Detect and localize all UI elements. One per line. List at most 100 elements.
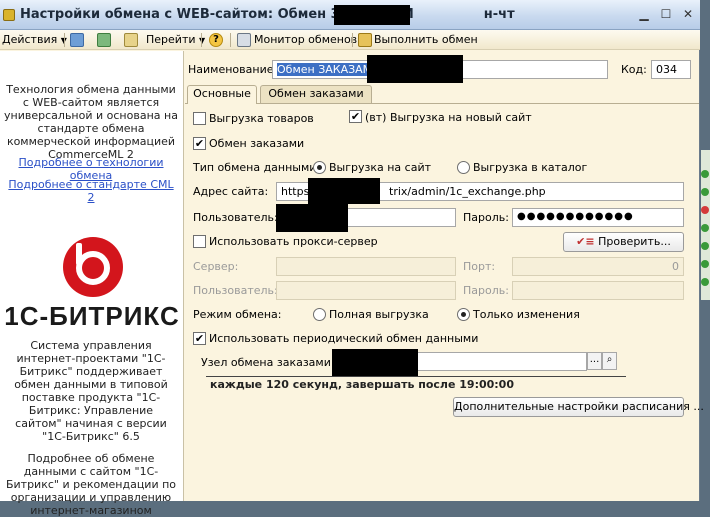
new-icon[interactable] — [70, 33, 84, 47]
search-icon[interactable]: ⌕ — [602, 352, 617, 370]
periodic-checkbox[interactable]: ✔ — [193, 332, 206, 345]
status-icon — [701, 278, 709, 286]
toolbar-separator — [230, 33, 231, 47]
logo-text: 1С-БИТРИКС — [4, 301, 180, 331]
only-changes-radio[interactable] — [457, 308, 470, 321]
redaction — [367, 55, 463, 83]
refresh-icon[interactable] — [97, 33, 111, 47]
window-title-suffix: н-чт — [483, 7, 515, 22]
status-icon — [701, 206, 709, 214]
upload-to-site-label: Выгрузка на сайт — [329, 161, 432, 174]
order-exchange-checkbox[interactable]: ✔ — [193, 137, 206, 150]
minimize-icon[interactable]: ▁ — [636, 7, 652, 23]
settings-window: Настройки обмена с WEB-сайтом: Обмен ЗАК… — [0, 0, 704, 517]
exchange-mode-label: Режим обмена: — [193, 308, 282, 321]
chevron-down-icon: ▼ — [199, 36, 206, 45]
password-label: Пароль: — [463, 211, 509, 224]
help-icon[interactable]: ? — [209, 33, 223, 47]
schedule-settings-button[interactable]: Дополнительные настройки расписания ... — [453, 397, 704, 417]
tab-main[interactable]: Основные — [187, 85, 257, 104]
password-value: ●●●●●●●●●●●● — [517, 211, 634, 222]
redaction — [332, 349, 418, 377]
bitrix-logo — [63, 237, 123, 297]
app-icon — [3, 9, 15, 21]
use-proxy-checkbox[interactable] — [193, 235, 206, 248]
password-field[interactable]: ●●●●●●●●●●●● — [512, 208, 684, 227]
node-label: Узел обмена заказами: — [201, 356, 335, 369]
product-text: Система управления интернет-проектами "1… — [14, 339, 168, 443]
order-exchange-label: Обмен заказами — [209, 137, 305, 150]
tab-orders-label: Обмен заказами — [268, 87, 364, 100]
use-proxy-label: Использовать прокси-сервер — [209, 235, 378, 248]
link-standard[interactable]: Подробнее о стандарте CML 2 — [4, 178, 178, 204]
status-icon — [701, 260, 709, 268]
user-label: Пользователь: — [193, 211, 278, 224]
bottom-text: Подробнее об обмене данными с сайтом "1С… — [5, 452, 177, 517]
upload-to-site-radio[interactable] — [313, 161, 326, 174]
code-label: Код: — [621, 63, 647, 76]
port-field[interactable]: 0 — [512, 257, 684, 276]
tab-divider — [185, 103, 699, 104]
schedule-underline — [206, 376, 626, 377]
code-field[interactable]: 034 — [651, 60, 691, 79]
window-title: Настройки обмена с WEB-сайтом: Обмен ЗАК… — [20, 7, 515, 22]
close-icon[interactable]: ✕ — [680, 7, 696, 23]
proxy-password-field[interactable] — [512, 281, 684, 300]
toolbar: Действия ▼ Перейти ▼ ? Монитор обменов В… — [0, 30, 700, 50]
server-label: Сервер: — [193, 260, 239, 273]
port-label: Порт: — [463, 260, 496, 273]
goto-menu[interactable]: Перейти ▼ — [146, 33, 205, 46]
port-value: 0 — [672, 260, 679, 273]
execute-exchange-button[interactable]: Выполнить обмен — [374, 33, 478, 46]
site-address-label: Адрес сайта: — [193, 185, 269, 198]
status-icon — [701, 188, 709, 196]
server-field[interactable] — [276, 257, 456, 276]
status-icon — [701, 224, 709, 232]
logo-stem — [76, 243, 82, 265]
title-bar[interactable]: Настройки обмена с WEB-сайтом: Обмен ЗАК… — [0, 0, 700, 30]
tab-main-label: Основные — [193, 87, 251, 100]
redaction — [308, 178, 380, 204]
upload-new-site-label: (вт) Выгрузка на новый сайт — [365, 111, 532, 124]
proxy-user-field[interactable] — [276, 281, 456, 300]
full-upload-label: Полная выгрузка — [329, 308, 429, 321]
upload-new-site-checkbox[interactable]: ✔ — [349, 110, 362, 123]
actions-menu-label: Действия — [2, 33, 58, 46]
tab-orders[interactable]: Обмен заказами — [260, 85, 372, 103]
toolbar-separator — [201, 33, 202, 47]
maximize-icon[interactable]: ☐ — [658, 7, 674, 23]
site-address-end: trix/admin/1c_exchange.php — [389, 185, 546, 198]
goto-menu-label: Перейти — [146, 33, 196, 46]
toolbar-separator — [352, 33, 353, 47]
code-value: 034 — [656, 63, 677, 76]
status-icon — [701, 242, 709, 250]
actions-menu[interactable]: Действия ▼ — [2, 33, 67, 46]
upload-goods-checkbox[interactable] — [193, 112, 206, 125]
proxy-password-label: Пароль: — [463, 284, 509, 297]
name-label: Наименование: — [188, 63, 278, 76]
execute-icon — [358, 33, 372, 47]
structure-icon[interactable] — [124, 33, 138, 47]
redaction — [276, 204, 348, 232]
upload-to-catalog-label: Выгрузка в каталог — [473, 161, 588, 174]
full-upload-radio[interactable] — [313, 308, 326, 321]
status-icon — [701, 170, 709, 178]
check-button[interactable]: ✔≡ Проверить... — [563, 232, 684, 252]
info-panel: Технология обмена данными с WEB-сайтом я… — [0, 51, 184, 517]
ellipsis-button[interactable]: ... — [587, 352, 602, 370]
monitor-button[interactable]: Монитор обменов — [254, 33, 357, 46]
only-changes-label: Только изменения — [473, 308, 580, 321]
ellipsis-label: ... — [589, 354, 600, 365]
schedule-text[interactable]: каждые 120 секунд, завершать после 19:00… — [210, 378, 514, 391]
check-button-label: Проверить... — [598, 235, 671, 248]
intro-text: Технология обмена данными с WEB-сайтом я… — [4, 83, 178, 161]
proxy-user-label: Пользователь: — [193, 284, 278, 297]
upload-goods-label: Выгрузка товаров — [209, 112, 314, 125]
schedule-settings-label: Дополнительные настройки расписания ... — [454, 400, 704, 413]
name-value: Обмен ЗАКАЗАМИ — [277, 63, 381, 76]
monitor-icon — [237, 33, 251, 47]
periodic-label: Использовать периодический обмен данными — [209, 332, 479, 345]
check-list-icon: ✔≡ — [576, 235, 595, 248]
redaction — [334, 5, 410, 25]
upload-to-catalog-radio[interactable] — [457, 161, 470, 174]
